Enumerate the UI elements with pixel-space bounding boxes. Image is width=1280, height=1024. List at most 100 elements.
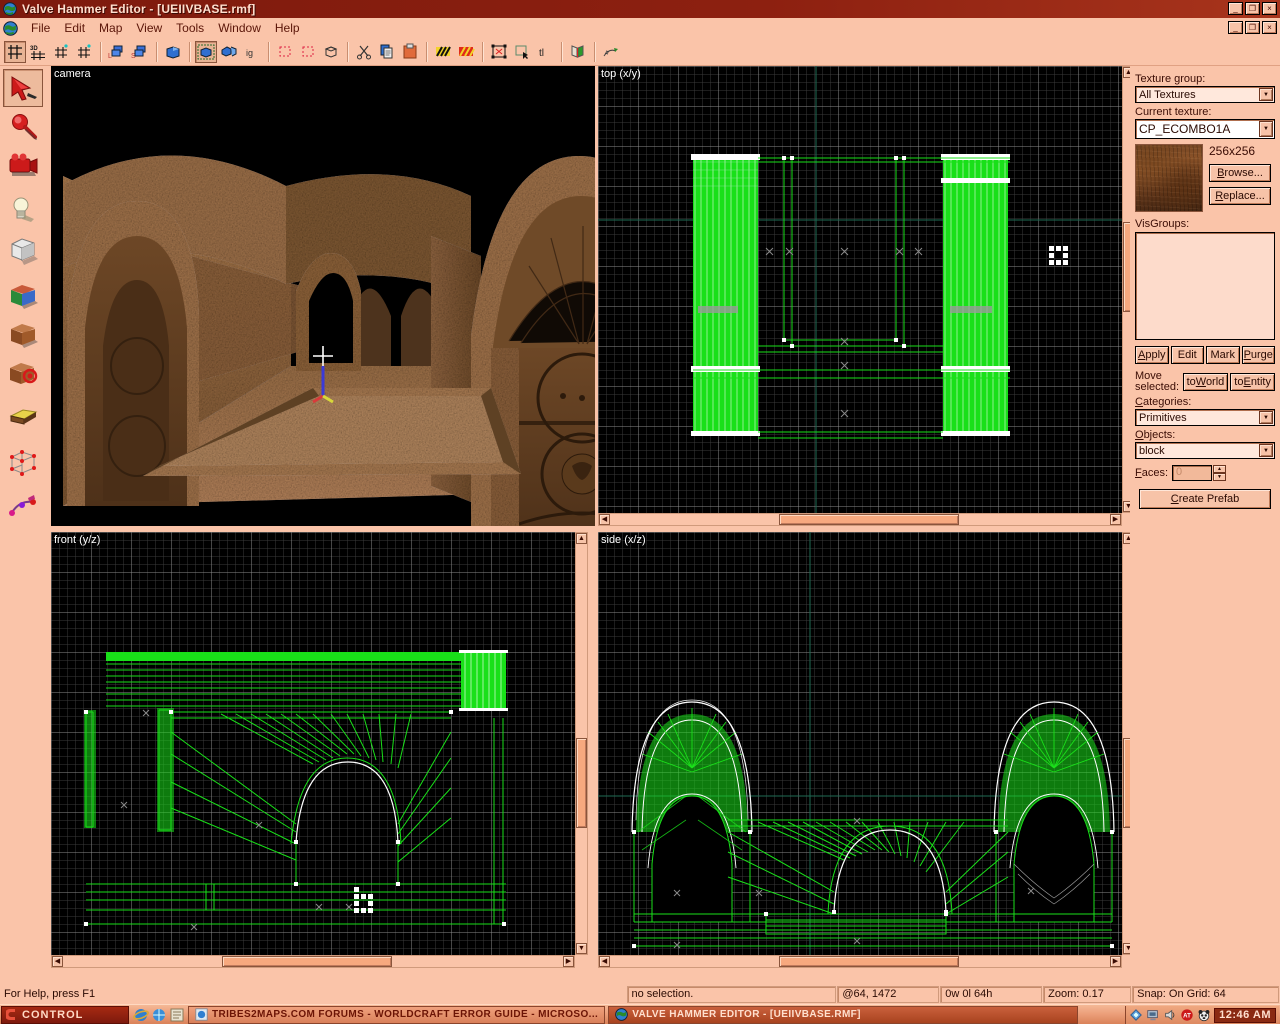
cordon-tool-button[interactable]: [488, 41, 510, 63]
scroll-thumb-vertical-front[interactable]: [576, 738, 587, 828]
chevron-down-icon[interactable]: ▼: [1259, 88, 1273, 101]
chevron-down-icon[interactable]: ▼: [1259, 411, 1273, 424]
tool-camera-button[interactable]: [3, 147, 43, 185]
scroll-thumb-horizontal-top[interactable]: [779, 514, 959, 525]
menu-file[interactable]: File: [24, 20, 57, 36]
show-all-button[interactable]: [320, 41, 342, 63]
apply-button[interactable]: Apply: [1135, 346, 1169, 364]
scroll-thumb-horizontal-side[interactable]: [779, 956, 959, 967]
viewport-side[interactable]: side (x/z): [598, 532, 1122, 968]
visgroups-list[interactable]: [1135, 232, 1275, 340]
mark-button[interactable]: Mark: [1206, 346, 1240, 364]
tool-entity-button[interactable]: [3, 192, 43, 230]
tool-clipping-button[interactable]: [3, 399, 43, 437]
texture-group-combo[interactable]: All Textures ▼: [1135, 86, 1275, 103]
viewport-camera[interactable]: camera: [51, 66, 595, 526]
to-world-button[interactable]: toWorld: [1182, 373, 1229, 391]
scrollbar-horizontal-side[interactable]: ◀ ▶: [598, 955, 1122, 968]
edit-button[interactable]: Edit: [1170, 346, 1204, 364]
hide-selected-button[interactable]: [274, 41, 296, 63]
start-button[interactable]: CONTROL: [1, 1005, 129, 1024]
carve-button[interactable]: [162, 41, 184, 63]
load-pointfile-button[interactable]: L: [106, 41, 128, 63]
scroll-left-arrow[interactable]: ◀: [599, 514, 610, 525]
run-map-button[interactable]: [600, 41, 622, 63]
spinner-up-icon[interactable]: ▲: [1213, 465, 1227, 473]
larger-grid-button[interactable]: [73, 41, 95, 63]
menu-view[interactable]: View: [129, 20, 169, 36]
ignore-groups-button[interactable]: ig: [241, 41, 263, 63]
toggle-cordon-button[interactable]: [455, 41, 477, 63]
tool-texture-application-button[interactable]: [3, 276, 43, 314]
copy-button[interactable]: [376, 41, 398, 63]
taskitem-hammer[interactable]: VALVE HAMMER EDITOR - [UEIIVBASE.RMF]: [608, 1005, 1079, 1024]
replace-button[interactable]: Replace...: [1209, 187, 1271, 205]
scrollbar-horizontal-top[interactable]: ◀ ▶: [598, 513, 1122, 526]
tool-vertex-manipulation-button[interactable]: [3, 444, 43, 482]
tool-apply-decals-button[interactable]: [3, 315, 43, 353]
viewport-front[interactable]: front (y/z): [51, 532, 575, 968]
smaller-grid-button[interactable]: [50, 41, 72, 63]
current-texture-combo[interactable]: CP_ECOMBO1A ▼: [1135, 119, 1275, 139]
paste-button[interactable]: [399, 41, 421, 63]
toggle-3d-grid-button[interactable]: 3D: [27, 41, 49, 63]
scroll-right-arrow[interactable]: ▶: [1110, 514, 1121, 525]
taskbar-clock[interactable]: 12:46 AM: [1214, 1007, 1276, 1023]
menu-tools[interactable]: Tools: [169, 20, 211, 36]
scrollbar-horizontal-front[interactable]: ◀ ▶: [51, 955, 575, 968]
hide-unselected-button[interactable]: [297, 41, 319, 63]
scrollbar-vertical-front[interactable]: ▲ ▼: [575, 532, 588, 955]
ie-quicklaunch-icon[interactable]: [133, 1007, 149, 1023]
spinner-down-icon[interactable]: ▼: [1213, 473, 1227, 481]
tool-block-button[interactable]: [3, 231, 43, 269]
scroll-left-arrow[interactable]: ◀: [599, 956, 610, 967]
toggle-selection-button[interactable]: [432, 41, 454, 63]
menu-window[interactable]: Window: [211, 20, 268, 36]
tray-network-icon[interactable]: [1129, 1008, 1143, 1022]
scroll-thumb-horizontal-front[interactable]: [222, 956, 392, 967]
chevron-down-icon[interactable]: ▼: [1259, 121, 1273, 137]
objects-combo[interactable]: block ▼: [1135, 442, 1275, 459]
scroll-down-arrow[interactable]: ▼: [576, 943, 587, 954]
minimize-button[interactable]: _: [1228, 2, 1243, 15]
ungroup-button[interactable]: [218, 41, 240, 63]
faces-spinner[interactable]: ▲ ▼: [1213, 465, 1227, 481]
mdi-restore-button[interactable]: ❐: [1245, 21, 1260, 34]
viewport-top[interactable]: top (x/y): [598, 66, 1122, 526]
purge-button[interactable]: Purge: [1241, 346, 1275, 364]
scroll-right-arrow[interactable]: ▶: [563, 956, 574, 967]
tray-volume-icon[interactable]: [1163, 1008, 1177, 1022]
menu-edit[interactable]: Edit: [57, 20, 92, 36]
scroll-left-arrow[interactable]: ◀: [52, 956, 63, 967]
scroll-up-arrow[interactable]: ▲: [576, 533, 587, 544]
to-entity-button[interactable]: toEntity: [1230, 373, 1275, 391]
tool-path-button[interactable]: [3, 489, 43, 527]
categories-combo[interactable]: Primitives ▼: [1135, 409, 1275, 426]
texture-lock-button[interactable]: tl: [534, 41, 556, 63]
browse-button[interactable]: Browse...: [1209, 164, 1271, 182]
internet-quicklaunch-icon[interactable]: [151, 1007, 167, 1023]
menu-map[interactable]: Map: [92, 20, 129, 36]
taskitem-browser[interactable]: TRIBES2MAPS.COM FORUMS - WORLDCRAFT ERRO…: [188, 1005, 606, 1024]
save-pointfile-button[interactable]: S: [129, 41, 151, 63]
mdi-close-button[interactable]: ×: [1262, 21, 1277, 34]
chevron-down-icon[interactable]: ▼: [1259, 444, 1273, 457]
group-button[interactable]: [195, 40, 217, 63]
tool-magnify-button[interactable]: [3, 108, 43, 146]
tray-ati-icon[interactable]: AT: [1180, 1008, 1194, 1022]
mdi-globe-icon[interactable]: [3, 20, 18, 36]
faces-input[interactable]: 0: [1172, 465, 1213, 481]
media-quicklaunch-icon[interactable]: [169, 1007, 185, 1023]
tray-display-icon[interactable]: [1146, 1008, 1160, 1022]
mdi-minimize-button[interactable]: _: [1228, 21, 1243, 34]
select-tool-button[interactable]: [511, 41, 533, 63]
cut-button[interactable]: [353, 41, 375, 63]
tray-panda-icon[interactable]: [1197, 1008, 1211, 1022]
scroll-right-arrow[interactable]: ▶: [1110, 956, 1121, 967]
close-button[interactable]: ×: [1262, 2, 1277, 15]
tool-apply-current-texture-button[interactable]: [3, 354, 43, 392]
create-prefab-button[interactable]: Create Prefab: [1139, 489, 1271, 509]
new-map-button[interactable]: [4, 40, 26, 63]
menu-help[interactable]: Help: [268, 20, 307, 36]
texture-preview[interactable]: [1135, 144, 1203, 212]
